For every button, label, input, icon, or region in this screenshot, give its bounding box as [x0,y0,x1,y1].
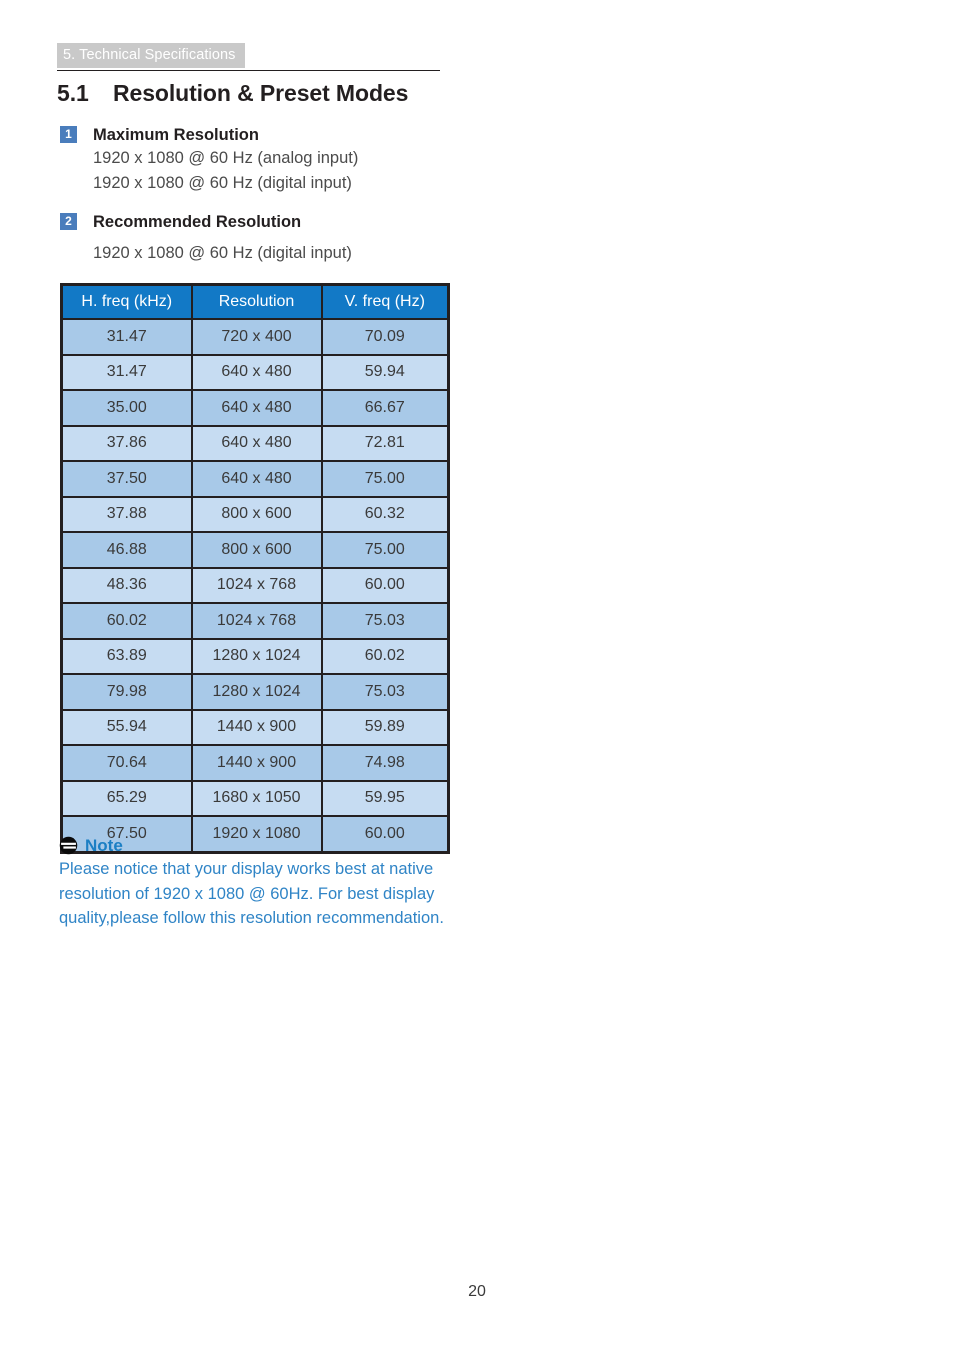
table-cell: 1024 x 768 [190,602,323,640]
table-cell: 59.95 [320,779,450,817]
table-cell: 1280 x 1024 [190,637,323,675]
table-cell: 65.29 [60,779,193,817]
table-cell: 31.47 [60,318,193,356]
table-cell: 1024 x 768 [190,566,323,604]
table-cell: 640 x 480 [190,389,323,427]
table-cell: 46.88 [60,531,193,569]
table-cell: 640 x 480 [190,424,323,462]
table-row: 46.88 800 x 600 75.00 [60,531,450,569]
note-title: Note [85,836,123,855]
section-title: Resolution & Preset Modes [113,80,409,106]
table-cell: 35.00 [60,389,193,427]
table-cell: 60.32 [320,495,450,533]
header-rule [57,70,440,71]
item-line-1-2: 1920 x 1080 @ 60 Hz (digital input) [93,173,352,192]
item-badge-2: 2 [60,213,77,230]
table-row: 60.02 1024 x 768 75.03 [60,602,450,640]
table-row: 48.36 1024 x 768 60.00 [60,566,450,604]
preset-modes-table: H. freq (kHz) Resolution V. freq (Hz) 31… [60,283,450,854]
table-cell: 59.94 [320,353,450,391]
table-row: 70.64 1440 x 900 74.98 [60,744,450,782]
document-page: 5. Technical Specifications 5.1 Resolutio… [0,0,954,1354]
note-callout: Note Please notice that your display wor… [59,836,459,931]
section-number: 5.1 [57,80,89,106]
table-cell: 800 x 600 [190,531,323,569]
item-badge-1: 1 [60,126,77,143]
table-row: 37.88 800 x 600 60.32 [60,495,450,533]
table-cell: 37.50 [60,460,193,498]
item-line-1-1: 1920 x 1080 @ 60 Hz (analog input) [93,149,359,167]
table-cell: 800 x 600 [190,495,323,533]
table-cell: 48.36 [60,566,193,604]
table-cell: 60.00 [320,566,450,604]
list-item: 1 Maximum Resolution 1920 x 1080 @ 60 Hz… [60,124,358,195]
page-title: 5.1 Resolution & Preset Modes [57,78,408,108]
table-cell: 55.94 [60,708,193,746]
table-cell: 74.98 [320,744,450,782]
table-cell: 66.67 [320,389,450,427]
note-header: Note [59,836,459,855]
page-number: 20 [468,1283,486,1300]
table-cell: 60.02 [60,602,193,640]
table-row: 63.89 1280 x 1024 60.02 [60,637,450,675]
column-header-hfreq: H. freq (kHz) [60,283,193,320]
column-header-resolution: Resolution [190,283,323,320]
table-cell: 1680 x 1050 [190,779,323,817]
table-cell: 59.89 [320,708,450,746]
running-head-tab: 5. Technical Specifications [57,43,245,68]
table-row: 35.00 640 x 480 66.67 [60,389,450,427]
table-row: 37.86 640 x 480 72.81 [60,424,450,462]
table-cell: 1440 x 900 [190,744,323,782]
table-cell: 31.47 [60,353,193,391]
table-cell: 72.81 [320,424,450,462]
table-cell: 60.02 [320,637,450,675]
table-cell: 640 x 480 [190,353,323,391]
item-title-2: Recommended Resolution [93,213,302,231]
table-cell: 70.09 [320,318,450,356]
table-row: 37.50 640 x 480 75.00 [60,460,450,498]
table-cell: 63.89 [60,637,193,675]
table-row: 65.29 1680 x 1050 59.95 [60,779,450,817]
table-cell: 75.00 [320,531,450,569]
table-cell: 37.86 [60,424,193,462]
table-row: 31.47 720 x 400 70.09 [60,318,450,356]
note-icon [59,836,78,855]
column-header-vfreq: V. freq (Hz) [320,283,450,320]
table-cell: 79.98 [60,673,193,711]
table-cell: 1280 x 1024 [190,673,323,711]
table-cell: 1440 x 900 [190,708,323,746]
table-cell: 75.00 [320,460,450,498]
table-cell: 70.64 [60,744,193,782]
table-cell: 720 x 400 [190,318,323,356]
table-row: 31.47 640 x 480 59.94 [60,353,450,391]
table-cell: 37.88 [60,495,193,533]
table-cell: 75.03 [320,602,450,640]
table-cell: 75.03 [320,673,450,711]
list-item: 2 Recommended Resolution 1920 x 1080 @ 6… [60,211,352,266]
table-row: 79.98 1280 x 1024 75.03 [60,673,450,711]
table-row: 55.94 1440 x 900 59.89 [60,708,450,746]
item-title-1: Maximum Resolution [93,126,259,144]
table-cell: 640 x 480 [190,460,323,498]
table-body: 31.47 720 x 400 70.09 31.47 640 x 480 59.94 35… [60,318,450,853]
item-line-2-1: 1920 x 1080 @ 60 Hz (digital input) [93,244,352,262]
note-body: Please notice that your display works be… [59,860,444,927]
table-header-row: H. freq (kHz) Resolution V. freq (Hz) [60,283,450,320]
